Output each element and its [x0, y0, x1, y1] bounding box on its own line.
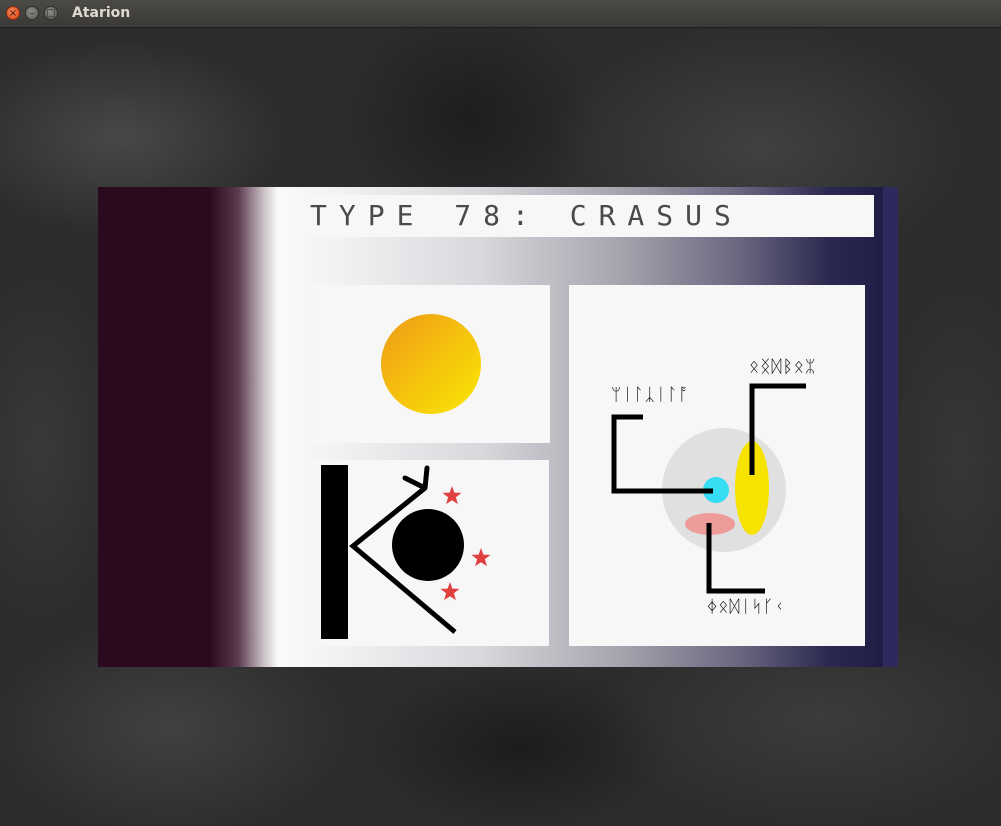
rune-label-top: ᛟᛝᛞᛒᛟᛯ	[749, 357, 817, 377]
star-icon	[442, 486, 462, 505]
card-title-box: TYPE 78: CRASUS	[296, 195, 874, 237]
rune-label-left: ᛘᛁᛚᛣᛁᛚᚩ	[611, 385, 690, 405]
arrow-orbit-sigil-icon	[321, 465, 491, 639]
maximize-icon: □	[46, 8, 56, 19]
window-titlebar: × – □ Atarion	[0, 0, 1001, 28]
star-icon	[471, 548, 491, 567]
planet-system-diagram	[611, 383, 806, 594]
species-card: TYPE 78: CRASUS ᛟᛝᛞᛒᛟᛯ ᛘᛁᛚᛣᛁᛚᚩ ᛄᛟᛞᛁᛋᚴᚲ	[98, 187, 898, 667]
rune-label-bottom: ᛄᛟᛞᛁᛋᚴᚲ	[707, 597, 786, 617]
sun-icon	[381, 314, 481, 414]
minimize-icon: –	[29, 8, 35, 19]
star-icon	[440, 582, 460, 601]
game-viewport: TYPE 78: CRASUS ᛟᛝᛞᛒᛟᛯ ᛘᛁᛚᛣᛁᛚᚩ ᛄᛟᛞᛁᛋᚴᚲ	[0, 28, 1001, 826]
sun-disc	[381, 314, 481, 414]
sigil-bar	[321, 465, 348, 639]
system-diagram-panel: ᛟᛝᛞᛒᛟᛯ ᛘᛁᛚᛣᛁᛚᚩ ᛄᛟᛞᛁᛋᚴᚲ	[569, 285, 865, 646]
sun-panel	[313, 285, 550, 443]
minimize-window-button[interactable]: –	[25, 6, 39, 20]
maximize-window-button[interactable]: □	[44, 6, 58, 20]
sigil-arrowhead	[402, 465, 430, 491]
card-edge	[883, 187, 898, 667]
close-window-button[interactable]: ×	[6, 6, 20, 20]
card-title: TYPE 78: CRASUS	[310, 199, 743, 232]
window-title: Atarion	[72, 5, 131, 21]
sigil-panel	[313, 460, 549, 646]
close-icon: ×	[8, 8, 18, 19]
sigil-orb	[392, 509, 464, 581]
